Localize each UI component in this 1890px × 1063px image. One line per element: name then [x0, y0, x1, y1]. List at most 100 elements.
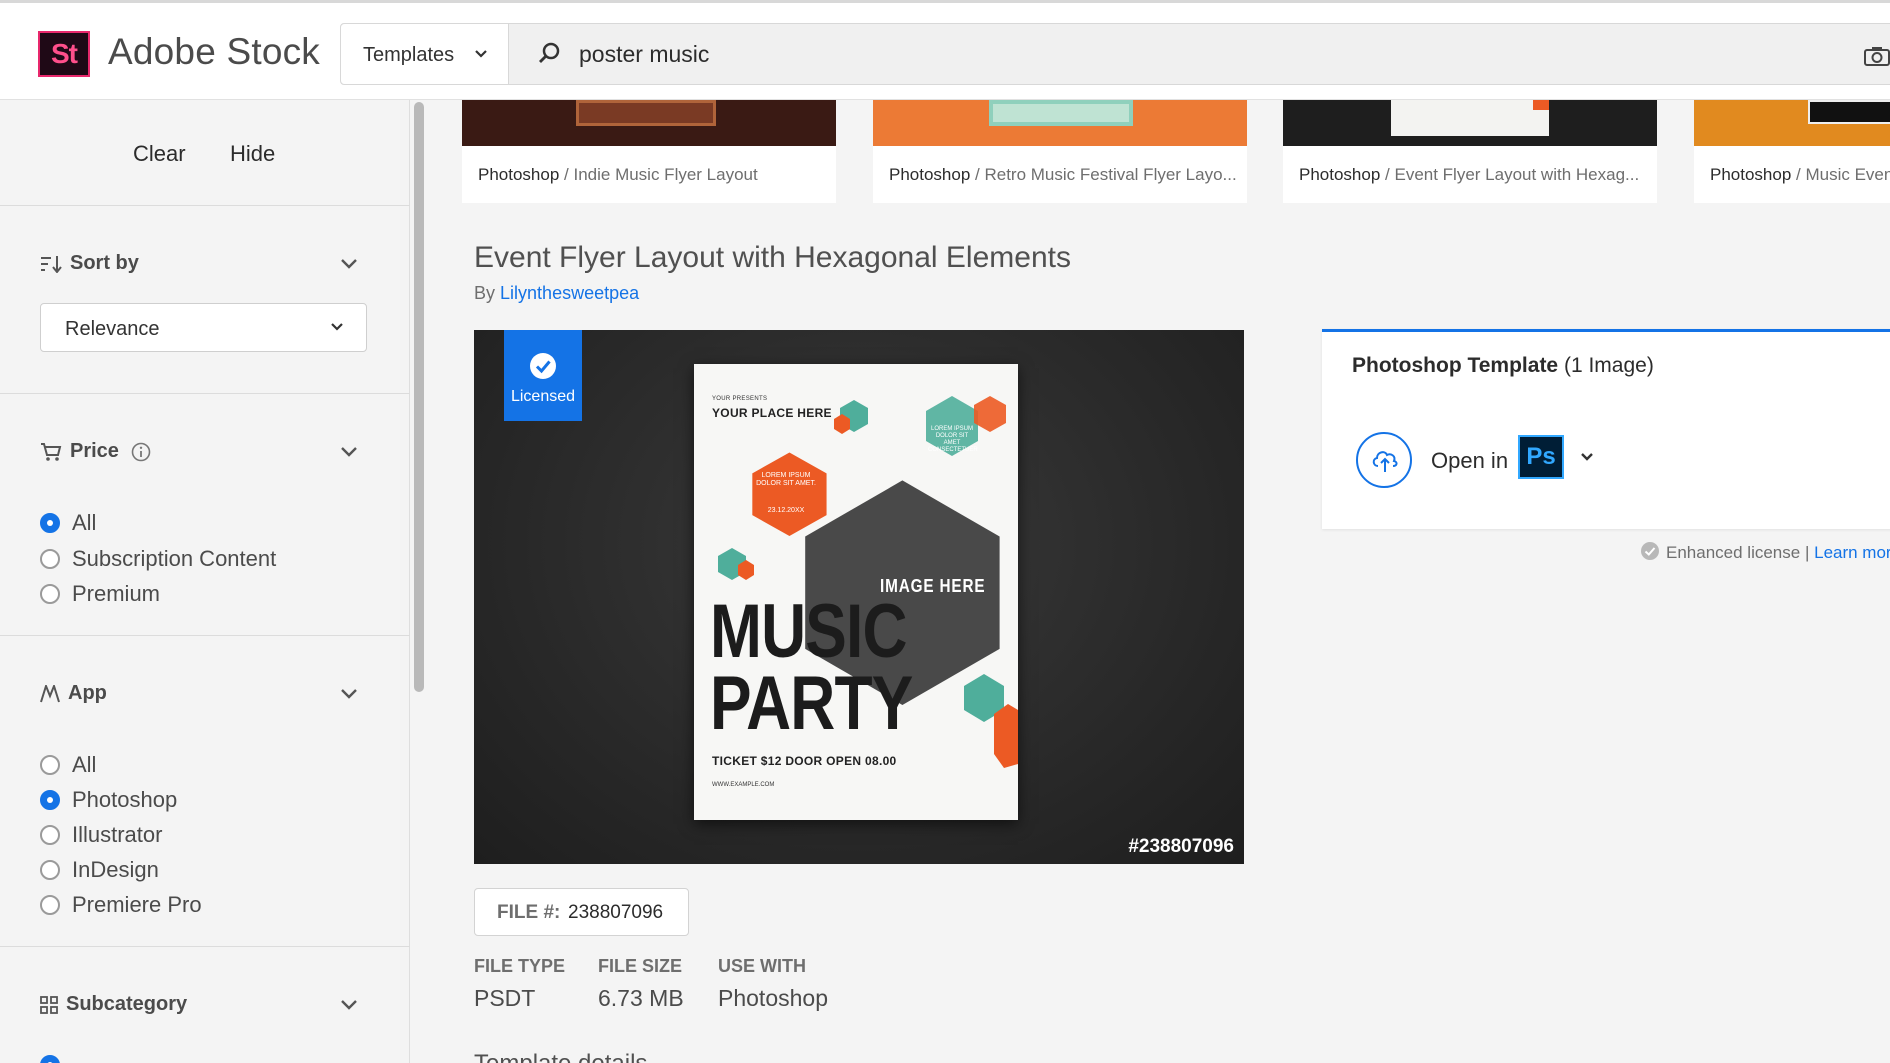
related-thumbnail[interactable]: Photoshop / Retro Music Festival Flyer L…	[873, 100, 1247, 203]
radio-button[interactable]	[40, 513, 60, 533]
brand-name[interactable]: Adobe Stock	[108, 31, 320, 73]
file-type-label: FILE TYPE	[474, 956, 566, 976]
hide-button[interactable]: Hide	[230, 141, 275, 167]
camera-icon[interactable]	[1863, 46, 1890, 66]
thumbnail-image[interactable]	[1283, 100, 1657, 146]
radio-button[interactable]	[40, 825, 60, 845]
sort-icon	[41, 255, 62, 273]
asset-preview[interactable]: YOUR PRESENTS YOUR PLACE HERE LOREM IPSU…	[474, 330, 1244, 864]
subcategory-title: Subcategory	[66, 993, 188, 1015]
file-id-overlay: #238807096	[1128, 836, 1234, 857]
poster-date: 23.12.20XX	[767, 507, 805, 514]
app-title: App	[68, 682, 107, 704]
app-option-indesign[interactable]: InDesign	[40, 855, 159, 885]
radio-button[interactable]	[40, 895, 60, 915]
search-icon[interactable]	[537, 40, 563, 66]
chevron-down-icon[interactable]	[1580, 452, 1594, 462]
price-option-premium[interactable]: Premium	[40, 579, 160, 609]
sort-header[interactable]: Sort by	[40, 252, 139, 275]
panel-title: Photoshop Template (1 Image)	[1352, 354, 1654, 377]
sort-selected-value: Relevance	[65, 318, 160, 340]
thumbnail-caption[interactable]: Photoshop / Retro Music Festival Flyer L…	[889, 165, 1237, 185]
poster-website: WWW.EXAMPLE.COM	[712, 782, 775, 788]
thumbnail-caption[interactable]: Photoshop / Indie Music Flyer Layout	[478, 165, 758, 185]
licensed-label: Licensed	[510, 388, 576, 405]
price-option-subscription[interactable]: Subscription Content	[40, 544, 276, 574]
related-thumbnail[interactable]: Photoshop / Indie Music Flyer Layout	[462, 100, 836, 203]
clear-button[interactable]: Clear	[133, 141, 186, 167]
file-number-box[interactable]: FILE #: 238807096	[474, 888, 689, 936]
radio-button[interactable]	[40, 755, 60, 775]
price-option-all[interactable]: All	[40, 508, 96, 538]
check-circle-icon	[530, 353, 556, 379]
radio-button[interactable]	[40, 549, 60, 569]
app-section: App All Photoshop Illustrator InDesign P…	[0, 636, 410, 947]
photoshop-app-icon[interactable]: Ps	[1518, 435, 1564, 479]
poster-image: YOUR PRESENTS YOUR PLACE HERE LOREM IPSU…	[694, 364, 1018, 820]
filter-sidebar: Clear Hide Sort by Relevance Price All S…	[0, 100, 410, 1063]
poster-headline-2: PARTY	[710, 661, 913, 746]
file-size-label: FILE SIZE	[598, 956, 683, 976]
thumbnail-image[interactable]	[462, 100, 836, 146]
radio-button[interactable]	[40, 790, 60, 810]
app-icon	[40, 684, 60, 703]
asset-byline: By Lilynthesweetpea	[474, 283, 640, 303]
adobe-stock-logo[interactable]: St	[38, 31, 90, 77]
sidebar-actions: Clear Hide	[0, 100, 410, 206]
open-in-label[interactable]: Open in	[1431, 448, 1508, 474]
thumbnail-caption[interactable]: Photoshop / Music Even	[1710, 165, 1890, 185]
radio-button[interactable]	[40, 584, 60, 604]
sidebar-scrollbar[interactable]	[412, 102, 426, 692]
poster-presents: YOUR PRESENTS	[712, 396, 768, 402]
radio-button[interactable]	[40, 860, 60, 880]
cart-icon	[41, 442, 62, 461]
top-header: St Adobe Stock Templates	[0, 0, 1890, 100]
chevron-down-icon[interactable]	[340, 258, 358, 270]
subcategory-header[interactable]: Subcategory	[40, 993, 187, 1016]
app-header[interactable]: App	[40, 682, 107, 705]
template-panel: Photoshop Template (1 Image) Open in Ps	[1322, 329, 1890, 529]
search-type-dropdown[interactable]: Templates	[341, 24, 509, 84]
info-icon[interactable]	[131, 442, 151, 462]
poster-place: YOUR PLACE HERE	[712, 406, 832, 420]
sort-section: Sort by Relevance	[0, 206, 410, 394]
file-number-value: 238807096	[568, 902, 664, 923]
app-option-photoshop[interactable]: Photoshop	[40, 785, 177, 815]
related-thumbnail[interactable]: Photoshop / Music Even	[1694, 100, 1890, 203]
file-number-label: FILE #:	[497, 902, 561, 923]
grid-icon	[40, 995, 58, 1014]
thumbnail-image[interactable]	[1694, 100, 1890, 146]
learn-more-link[interactable]: Learn mor	[1814, 543, 1890, 562]
author-link[interactable]: Lilynthesweetpea	[500, 283, 639, 303]
subcategory-section: Subcategory	[0, 947, 410, 1063]
chevron-down-icon[interactable]	[340, 688, 358, 700]
poster-ticket: TICKET $12 DOOR OPEN 08.00	[712, 754, 897, 768]
file-size-value: 6.73 MB	[598, 985, 684, 1011]
chevron-down-icon[interactable]	[340, 446, 358, 458]
scrollbar-thumb[interactable]	[414, 102, 424, 692]
app-option-all[interactable]: All	[40, 750, 96, 780]
thumbnail-caption[interactable]: Photoshop / Event Flyer Layout with Hexa…	[1299, 165, 1639, 185]
chevron-down-icon	[331, 323, 343, 331]
poster-hex-text: LOREM IPSUM DOLOR SIT AMET.	[756, 472, 816, 487]
app-option-illustrator[interactable]: Illustrator	[40, 820, 162, 850]
related-thumbnail[interactable]: Photoshop / Event Flyer Layout with Hexa…	[1283, 100, 1657, 203]
thumbnail-image[interactable]	[873, 100, 1247, 146]
search-bar: Templates	[340, 23, 1890, 85]
poster-hex-text: LOREM IPSUM DOLOR SIT AMET CONSECTETUER	[928, 426, 978, 453]
open-in-cloud-button[interactable]	[1356, 432, 1412, 488]
license-note: Enhanced license | Learn mor	[1640, 541, 1890, 563]
price-header[interactable]: Price	[40, 440, 159, 463]
poster-headline-1: MUSIC	[710, 589, 908, 674]
price-section: Price All Subscription Content Premium	[0, 394, 410, 636]
search-input[interactable]	[579, 36, 1179, 72]
app-option-premiere-pro[interactable]: Premiere Pro	[40, 890, 202, 920]
chevron-down-icon[interactable]	[340, 999, 358, 1011]
sort-title: Sort by	[70, 252, 139, 274]
chevron-down-icon	[475, 50, 487, 58]
file-type-value: PSDT	[474, 985, 536, 1011]
use-with-value: Photoshop	[718, 985, 828, 1011]
check-circle-icon	[1641, 542, 1659, 560]
radio-button[interactable]	[40, 1055, 60, 1063]
sort-select[interactable]: Relevance	[40, 303, 367, 352]
